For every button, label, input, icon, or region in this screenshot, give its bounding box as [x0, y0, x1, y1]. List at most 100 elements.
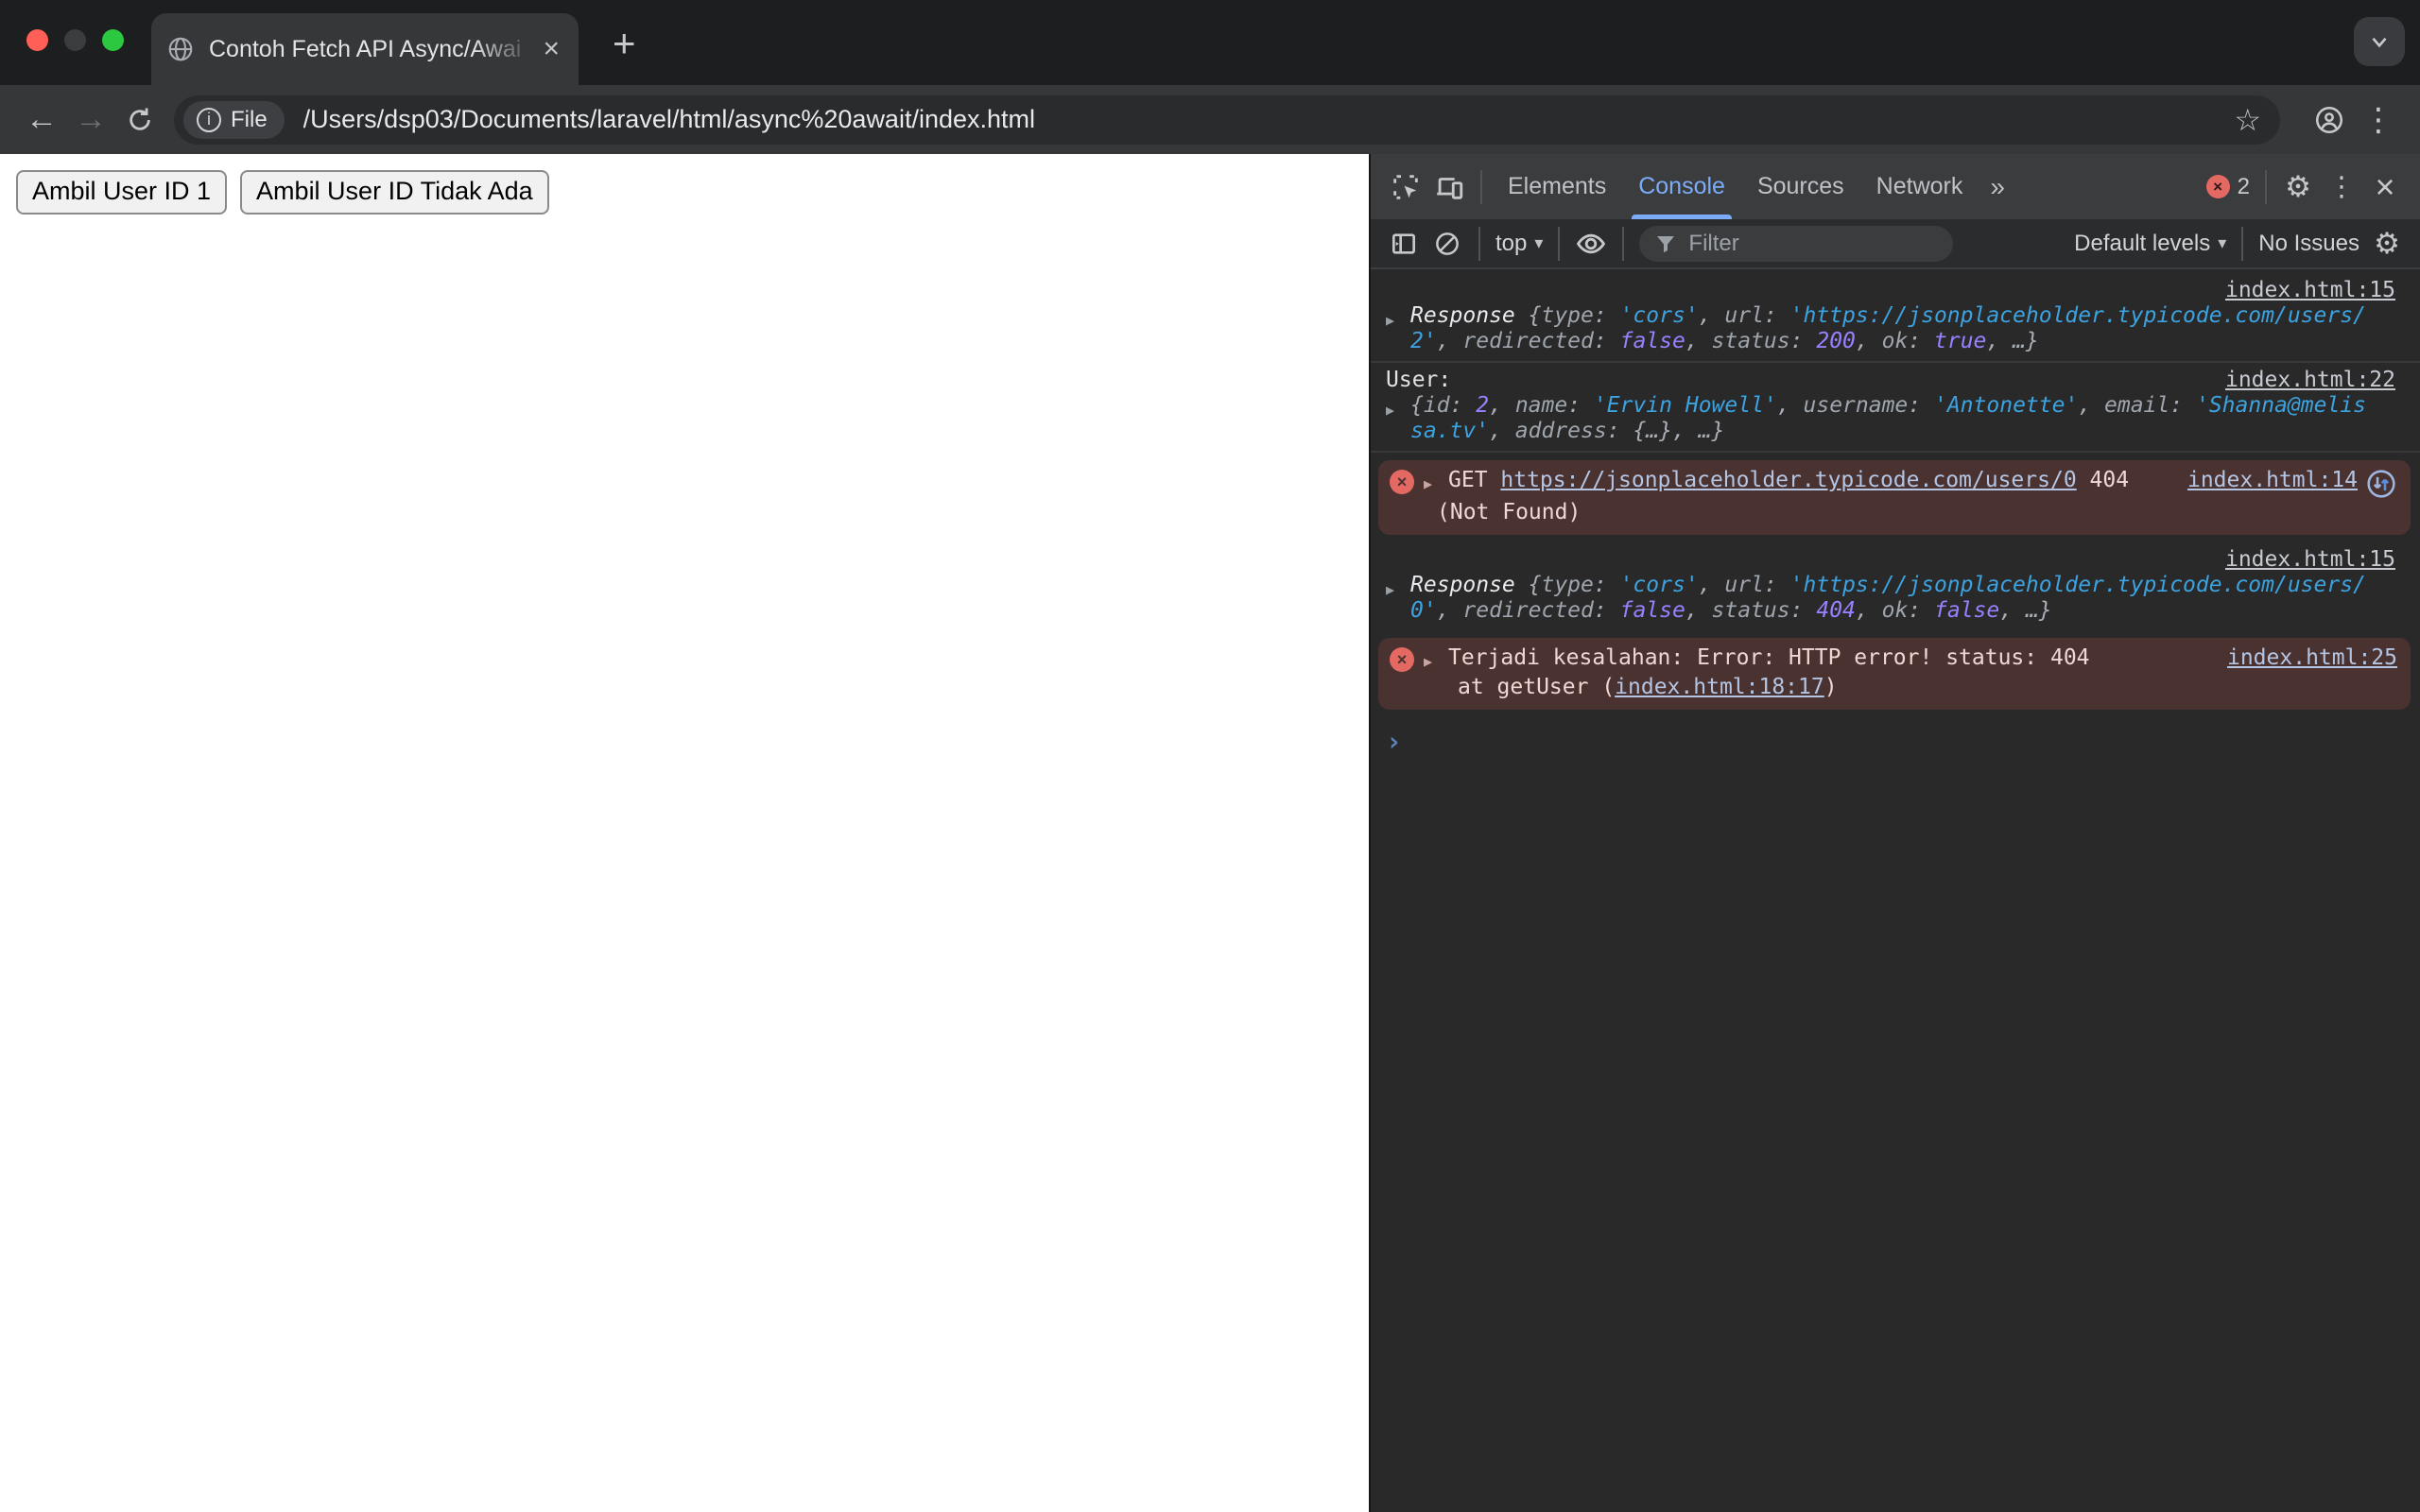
zoom-window-button[interactable] [102, 29, 124, 51]
console-token: false [1934, 598, 2000, 623]
console-token: 404 [1816, 598, 1856, 623]
close-window-button[interactable] [26, 29, 48, 51]
expand-arrow-icon[interactable]: ▶ [1424, 468, 1448, 497]
tab-search-button[interactable] [2354, 17, 2405, 66]
caret-down-icon: ▾ [1534, 233, 1544, 252]
console-token: 'cors' [1619, 303, 1699, 328]
web-page: Ambil User ID 1 Ambil User ID Tidak Ada [0, 154, 1369, 1512]
network-request-icon[interactable] [2365, 468, 2397, 500]
levels-label: Default levels [2074, 230, 2211, 256]
context-selector[interactable]: top ▾ [1490, 231, 1548, 257]
devtools-settings-button[interactable]: ⚙ [2276, 165, 2320, 209]
console-token: : [1789, 598, 1817, 623]
console-token: { [1528, 573, 1542, 597]
source-link[interactable]: index.html:14 [2187, 468, 2358, 493]
log-text: User: [1386, 368, 1452, 392]
source-link[interactable]: index.html:25 [2227, 645, 2397, 671]
console-token: name [1514, 393, 1568, 418]
object-preview: Response {type: 'cors', url: 'https://js… [1410, 573, 2371, 624]
divider [2265, 169, 2267, 204]
caret-down-icon: ▾ [2218, 233, 2227, 252]
tab-close-icon[interactable]: × [539, 35, 563, 63]
clear-console-icon [1436, 232, 1459, 255]
expand-arrow-icon[interactable]: ▶ [1386, 303, 1410, 354]
object-preview: Response {type: 'cors', url: 'https://js… [1410, 303, 2371, 354]
console-token: , [1685, 598, 1712, 623]
clear-console-button[interactable] [1426, 222, 1469, 266]
site-info-chip[interactable]: i File [183, 100, 285, 139]
console-token: (Not Found) [1437, 500, 1582, 524]
bookmark-star-icon[interactable]: ☆ [2234, 102, 2261, 138]
traffic-lights [26, 29, 124, 51]
url-input[interactable] [302, 105, 2235, 134]
error-count-badge[interactable]: × 2 [2201, 174, 2256, 200]
devtools-close-button[interactable]: × [2363, 165, 2407, 209]
expand-arrow-icon[interactable]: ▶ [1424, 645, 1448, 675]
issues-label: No Issues [2258, 230, 2360, 256]
ambil-user-1-button[interactable]: Ambil User ID 1 [16, 170, 228, 215]
expand-arrow-icon[interactable]: ▶ [1386, 393, 1410, 444]
console-sidebar-toggle[interactable] [1382, 222, 1426, 266]
console-token: redirected [1462, 329, 1594, 353]
profile-button[interactable] [2305, 95, 2354, 145]
console-token: Response [1410, 303, 1529, 328]
console-token: email [2104, 393, 2170, 418]
live-expression-button[interactable] [1569, 222, 1613, 266]
console-filter[interactable] [1639, 225, 1954, 262]
device-toolbar-button[interactable] [1427, 165, 1471, 209]
console-token: id [1423, 393, 1450, 418]
console-token: , [1698, 303, 1725, 328]
console-token: status [1711, 329, 1790, 353]
expand-arrow-icon[interactable]: ▶ [1386, 573, 1410, 624]
devtools-panel: Elements Console Sources Network » × 2 ⚙… [1369, 154, 2420, 1512]
console-token: url [1724, 303, 1764, 328]
inspect-element-button[interactable] [1384, 165, 1427, 209]
log-levels-selector[interactable]: Default levels ▾ [2068, 231, 2232, 257]
console-link[interactable]: https://jsonplaceholder.typicode.com/use… [1500, 468, 2076, 492]
source-link[interactable]: index.html:15 [2225, 547, 2395, 572]
divider [1478, 226, 1480, 261]
console-token: : [1593, 598, 1620, 623]
console-token: type [1541, 303, 1594, 328]
browser-tab[interactable]: Contoh Fetch API Async/Awai × [151, 13, 579, 85]
window-titlebar: Contoh Fetch API Async/Awai × + [0, 0, 2420, 85]
more-panels-button[interactable]: » [1979, 172, 2016, 202]
ambil-user-tidak-ada-button[interactable]: Ambil User ID Tidak Ada [240, 170, 549, 215]
devtools-tab-console[interactable]: Console [1622, 154, 1741, 219]
new-tab-button[interactable]: + [613, 21, 636, 66]
console-token: {…} [1633, 419, 1672, 443]
console-prompt[interactable]: › [1371, 717, 2420, 768]
console-token: Response [1410, 573, 1529, 597]
console-token: GET [1448, 468, 1501, 492]
console-link[interactable]: index.html:18:17 [1615, 675, 1824, 699]
devtools-tab-network[interactable]: Network [1860, 154, 1979, 219]
minimize-window-button[interactable] [64, 29, 86, 51]
console-token: : [2169, 393, 2196, 418]
browser-menu-button[interactable]: ⋮ [2354, 95, 2403, 145]
console-token: , [1855, 598, 1882, 623]
error-circle-icon: × [1390, 470, 1414, 494]
console-token: , [1436, 598, 1463, 623]
back-button[interactable]: ← [17, 95, 66, 145]
devtools-menu-button[interactable]: ⋮ [2320, 165, 2363, 209]
console-token: true [1934, 329, 1987, 353]
browser-toolbar: ← → i File ☆ ⋮ [0, 85, 2420, 154]
devtools-tab-sources[interactable]: Sources [1741, 154, 1860, 219]
console-output: index.html:15 ▶ Response {type: 'cors', … [1371, 269, 2420, 1512]
error-count: 2 [2237, 173, 2250, 199]
issues-status[interactable]: No Issues [2253, 231, 2365, 257]
reload-button[interactable] [115, 95, 164, 145]
console-token: address [1514, 419, 1607, 443]
source-link[interactable]: index.html:22 [2225, 368, 2395, 393]
devtools-tab-elements[interactable]: Elements [1492, 154, 1622, 219]
source-link[interactable]: index.html:15 [2225, 278, 2395, 302]
error-text: GET https://jsonplaceholder.typicode.com… [1448, 468, 2174, 493]
console-token: : [1593, 303, 1620, 328]
console-token: at getUser ( [1458, 675, 1616, 699]
console-settings-button[interactable]: ⚙ [2365, 222, 2409, 266]
error-text-line2: (Not Found) [1390, 500, 2397, 525]
address-bar[interactable]: i File ☆ [174, 94, 2280, 145]
console-token: : [1567, 393, 1594, 418]
forward-button[interactable]: → [66, 95, 115, 145]
filter-input[interactable] [1688, 230, 1897, 257]
